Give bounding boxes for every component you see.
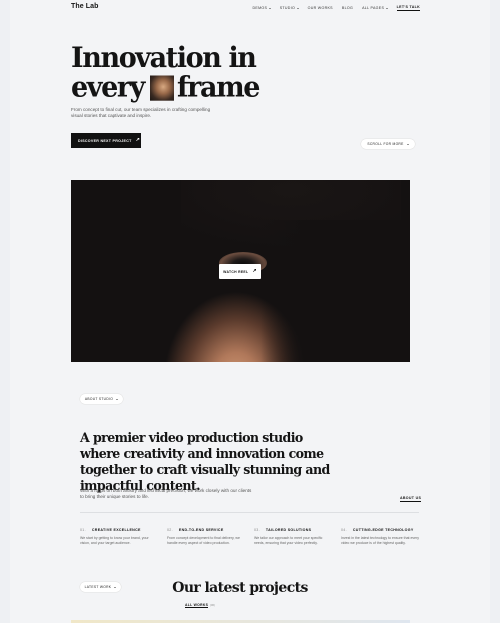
feature-title: CUTTING-EDGE TECHNOLOGY — [352, 528, 414, 532]
scroll-for-more-button[interactable]: SCROLL FOR MORE — [361, 139, 415, 149]
nav-demos-label: DEMOS — [252, 6, 268, 10]
hero-title-line2: every frame — [71, 71, 260, 104]
feature-title: CREATIVE EXCELLENCE — [91, 528, 141, 532]
nav-blog-label: BLOG — [341, 6, 354, 10]
about-pill-label: ABOUT STUDIO — [84, 397, 114, 401]
watch-reel-label: WATCH REEL — [223, 269, 249, 274]
showreel-video[interactable]: WATCH REEL ↗ — [71, 180, 410, 362]
video-dark-side — [261, 220, 410, 362]
nav-our-works[interactable]: OUR WORKS — [308, 6, 333, 10]
about-description: With a focus on both artistry and techni… — [80, 488, 252, 500]
hero-title-word-frame: frame — [176, 71, 260, 104]
section-divider — [80, 512, 419, 513]
latest-projects-heading: Our latest projects — [172, 580, 308, 596]
site-header: The Lab DEMOS STUDIO OUR WORKS BLOG ALL … — [71, 0, 420, 17]
feature-text: We tailor our approach to meet your spec… — [254, 536, 323, 545]
scroll-button-label: SCROLL FOR MORE — [367, 142, 404, 146]
feature-number: 03. — [254, 528, 260, 532]
about-us-link[interactable]: ABOUT US — [400, 496, 422, 502]
site-logo[interactable]: The Lab — [71, 3, 99, 10]
discover-button-label: DISCOVER NEXT PROJECT — [78, 138, 132, 143]
feature-item: 01. CREATIVE EXCELLENCE We start by gett… — [80, 528, 159, 546]
feature-text: Invest in the latest technology to ensur… — [341, 536, 420, 545]
chevron-down-icon — [268, 7, 271, 9]
nav-demos[interactable]: DEMOS — [253, 6, 271, 10]
hero-title-word-every: every — [71, 71, 145, 104]
feature-item: 03. TAILORED SOLUTIONS We tailor our app… — [254, 528, 333, 546]
about-studio-pill[interactable]: ABOUT STUDIO — [80, 394, 123, 404]
latest-projects-tabs: ALL WORKS (06) — [185, 603, 215, 608]
feature-title: END-TO-END SERVICE — [178, 528, 224, 532]
feature-number: 02. — [167, 528, 173, 532]
feature-text: We start by getting to know your brand, … — [80, 536, 149, 545]
nav-our-works-label: OUR WORKS — [307, 6, 333, 10]
nav-studio-label: STUDIO — [279, 6, 296, 10]
feature-number: 04. — [341, 528, 347, 532]
chevron-down-icon — [116, 398, 119, 400]
feature-header: 02. END-TO-END SERVICE — [167, 528, 246, 532]
nav-studio[interactable]: STUDIO — [280, 6, 299, 10]
chevron-down-icon — [406, 143, 409, 145]
hero-title-line1: Innovation in — [71, 41, 257, 75]
nav-all-pages[interactable]: ALL PAGES — [362, 6, 388, 10]
main-nav: DEMOS STUDIO OUR WORKS BLOG ALL PAGES LE… — [253, 5, 420, 11]
hero-portrait-thumbnail — [149, 75, 174, 101]
arrow-up-right-icon: ↗ — [135, 137, 141, 143]
features-list: 01. CREATIVE EXCELLENCE We start by gett… — [80, 528, 425, 546]
tab-all-works[interactable]: ALL WORKS — [185, 603, 209, 608]
feature-header: 01. CREATIVE EXCELLENCE — [80, 528, 159, 532]
discover-next-project-button[interactable]: DISCOVER NEXT PROJECT ↗ — [71, 133, 141, 148]
nav-lets-talk-label: LET'S TALK — [396, 5, 420, 9]
nav-blog[interactable]: BLOG — [342, 6, 353, 10]
watch-reel-button[interactable]: WATCH REEL ↗ — [219, 264, 261, 279]
chevron-down-icon — [296, 7, 299, 9]
feature-item: 04. CUTTING-EDGE TECHNOLOGY Invest in th… — [341, 528, 420, 546]
nav-all-pages-label: ALL PAGES — [362, 6, 385, 10]
chevron-down-icon — [385, 7, 388, 9]
feature-header: 04. CUTTING-EDGE TECHNOLOGY — [341, 528, 420, 532]
hero-title: Innovation in every frame — [71, 41, 260, 104]
tab-all-works-count: (06) — [210, 604, 215, 607]
about-heading: A premier video production studio where … — [80, 430, 330, 493]
feature-title: TAILORED SOLUTIONS — [265, 528, 312, 532]
feature-text: From concept development to final delive… — [167, 536, 240, 545]
feature-number: 01. — [80, 528, 86, 532]
hero-description: From concept to final cut, our team spec… — [71, 107, 211, 119]
nav-lets-talk[interactable]: LET'S TALK — [396, 5, 420, 11]
feature-item: 02. END-TO-END SERVICE From concept deve… — [167, 528, 246, 546]
feature-header: 03. TAILORED SOLUTIONS — [254, 528, 333, 532]
arrow-up-right-icon: ↗ — [252, 268, 257, 274]
